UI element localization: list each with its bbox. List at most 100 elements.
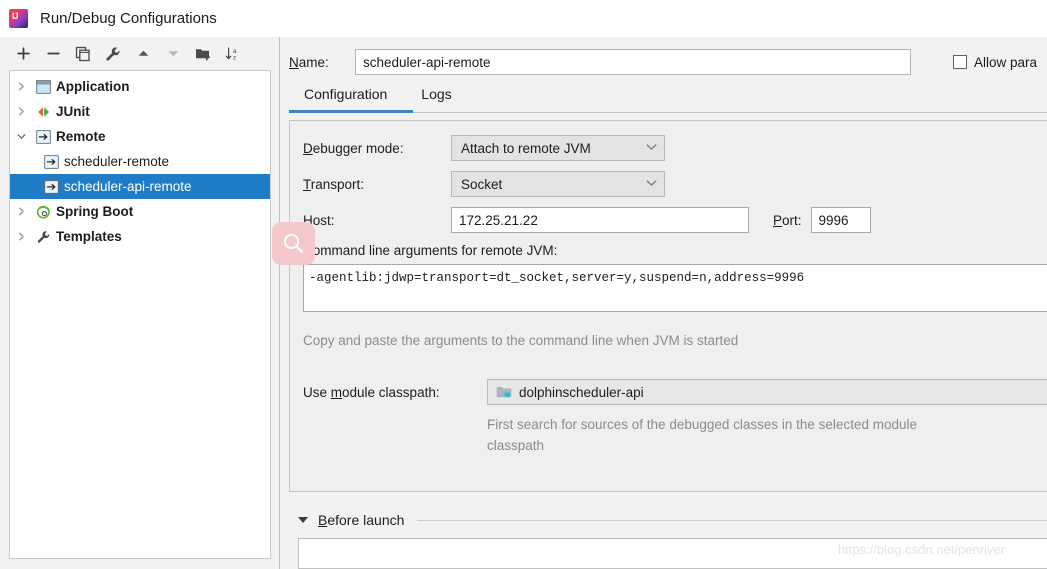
chevron-right-icon[interactable] [10,107,32,116]
spring-boot-icon [32,204,54,220]
window-title: Run/Debug Configurations [40,10,217,27]
wrench-icon[interactable] [98,41,128,67]
module-classpath-value: dolphinscheduler-api [519,385,644,400]
module-classpath-row: Use module classpath: dolphinscheduler-a… [303,379,1047,405]
svg-text:z: z [233,54,236,61]
transport-value: Socket [461,177,502,192]
checkbox-box[interactable] [953,55,967,69]
module-classpath-label-prefix: Use [303,385,331,400]
chevron-down-icon[interactable] [10,132,32,141]
transport-row: Transport: Socket [303,171,1047,197]
tree-item-scheduler-api-remote[interactable]: scheduler-api-remote [10,174,270,199]
host-port-row: Host: 172.25.21.22 Port: 9996 [303,207,1047,233]
remove-configuration-button[interactable] [38,41,68,67]
debugger-mode-row: Debugger mode: Attach to remote JVM [303,135,1047,161]
junit-icon [32,104,54,120]
debugger-mode-select[interactable]: Attach to remote JVM [451,135,665,161]
host-label-rest: ost: [313,213,335,228]
application-icon [32,79,54,95]
debugger-mode-label-rest: ebugger mode: [313,141,404,156]
main-split: a z Application [0,37,1047,569]
before-launch-mnemonic: B [318,512,327,528]
host-label: Host: [303,213,451,228]
module-classpath-description: First search for sources of the debugged… [487,414,957,456]
configuration-panel: Debugger mode: Attach to remote JVM Tran… [289,120,1047,492]
sort-alpha-icon[interactable]: a z [218,41,248,67]
tree-item-label: Remote [56,129,106,144]
tree-item-label: Templates [56,229,122,244]
transport-label-rest: ransport: [311,177,364,192]
chevron-right-icon[interactable] [10,232,32,241]
port-label-rest: ort: [782,213,802,228]
add-configuration-button[interactable] [8,41,38,67]
tree-item-spring-boot[interactable]: Spring Boot [10,199,270,224]
port-label-mnemonic: P [773,213,782,228]
remote-icon [32,129,54,145]
chevron-down-icon [646,179,657,190]
before-launch-rest: efore launch [327,512,404,528]
arrow-down-icon[interactable] [158,41,188,67]
wrench-icon [32,229,54,245]
transport-label: Transport: [303,177,451,192]
name-label-rest: ame: [299,55,329,70]
tree-item-templates[interactable]: Templates [10,224,270,249]
tree-item-label: Spring Boot [56,204,133,219]
tree-item-scheduler-remote[interactable]: scheduler-remote [10,149,270,174]
title-bar: Run/Debug Configurations [0,0,1047,37]
tree-item-remote[interactable]: Remote [10,124,270,149]
name-label: Name: [289,55,355,70]
host-input[interactable]: 172.25.21.22 [451,207,749,233]
remote-icon [40,179,62,195]
debugger-mode-label-mnemonic: D [303,141,313,156]
command-line-args-hint: Copy and paste the arguments to the comm… [303,333,1047,348]
command-line-args-label-rest: ommand line arguments for remote JVM: [313,243,558,258]
debugger-mode-label: Debugger mode: [303,141,451,156]
intellij-idea-logo-icon [9,9,28,28]
port-input[interactable]: 9996 [811,207,871,233]
port-label: Port: [773,213,802,228]
tree-item-label: scheduler-api-remote [64,179,192,194]
arrow-up-icon[interactable] [128,41,158,67]
tree-item-label: JUnit [56,104,90,119]
tab-active-indicator [289,110,413,113]
module-classpath-label-mnemonic: m [331,385,342,400]
configurations-tree[interactable]: Application JUnit [9,70,271,559]
editor-tabs: Configuration Logs [289,82,1047,113]
module-classpath-select[interactable]: dolphinscheduler-api [487,379,1047,405]
module-folder-icon [496,385,512,399]
chevron-down-icon [646,143,657,154]
module-classpath-label: Use module classpath: [303,385,487,400]
tree-item-junit[interactable]: JUnit [10,99,270,124]
tab-logs[interactable]: Logs [406,82,470,108]
configuration-editor-pane: Name: scheduler-api-remote Allow para Co… [280,37,1047,569]
chevron-right-icon[interactable] [10,82,32,91]
tab-configuration[interactable]: Configuration [289,82,406,108]
host-label-mnemonic: H [303,213,313,228]
name-row: Name: scheduler-api-remote Allow para [289,37,1047,82]
copy-icon[interactable] [68,41,98,67]
run-debug-configurations-window: Run/Debug Configurations [0,0,1047,569]
configurations-pane: a z Application [0,37,279,569]
remote-icon [40,154,62,170]
before-launch-task-list[interactable] [298,538,1047,569]
command-line-args-label: Command line arguments for remote JVM: [303,243,1047,258]
name-label-mnemonic: N [289,55,299,70]
folder-add-icon[interactable] [188,41,218,67]
name-input[interactable]: scheduler-api-remote [355,49,911,75]
tree-item-application[interactable]: Application [10,74,270,99]
triangle-down-icon[interactable] [298,517,308,523]
configurations-toolbar: a z [0,37,279,70]
module-classpath-label-rest: odule classpath: [342,385,440,400]
command-line-args-label-mnemonic: C [303,243,313,258]
transport-label-mnemonic: T [303,177,311,192]
transport-select[interactable]: Socket [451,171,665,197]
chevron-right-icon[interactable] [10,207,32,216]
tree-item-label: Application [56,79,130,94]
before-launch-label: Before launch [318,512,404,528]
allow-parallel-run-checkbox[interactable]: Allow para [953,55,1037,70]
debugger-mode-value: Attach to remote JVM [461,141,591,156]
before-launch-header[interactable]: Before launch [289,512,1047,528]
before-launch-divider [417,520,1047,521]
tree-item-label: scheduler-remote [64,154,169,169]
command-line-args-textarea[interactable]: -agentlib:jdwp=transport=dt_socket,serve… [303,264,1047,312]
